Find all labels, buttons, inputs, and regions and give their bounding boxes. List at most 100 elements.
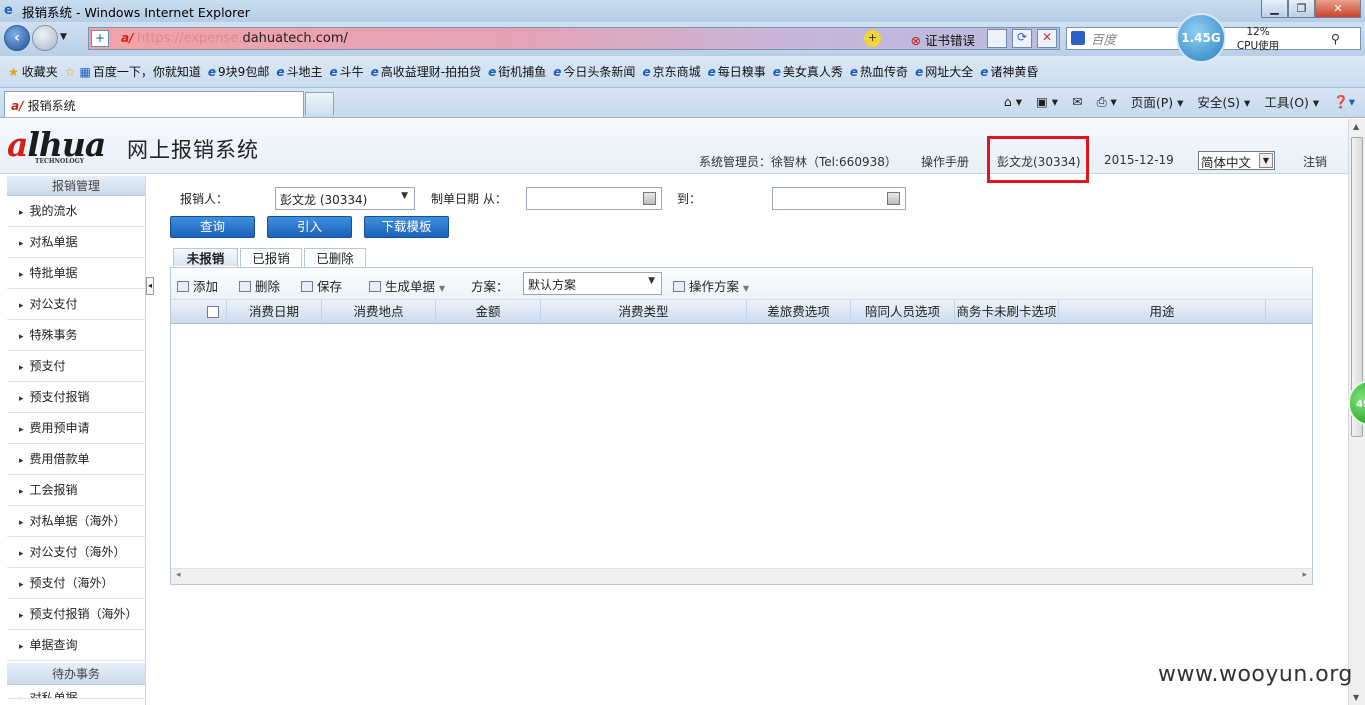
search-icon[interactable]: ⚲ xyxy=(1331,31,1340,46)
certificate-error[interactable]: ⊗ 证书错误 xyxy=(911,30,975,49)
print-icon[interactable]: ⎙ ▾ xyxy=(1097,94,1117,110)
sidebar-section-header[interactable]: 报销管理 xyxy=(7,176,145,196)
scroll-up-icon[interactable]: ▲ xyxy=(1353,122,1359,131)
cpu-speed-ball[interactable]: 1.45G xyxy=(1176,13,1226,63)
close-window-button[interactable]: ✕ xyxy=(1315,0,1361,18)
sidebar-item[interactable]: 工会报销 xyxy=(7,475,145,506)
select-all-checkbox[interactable] xyxy=(207,306,219,318)
scheme-operations-button[interactable]: 操作方案 ▼ xyxy=(673,276,749,295)
sidebar-item[interactable]: 费用预申请 xyxy=(7,413,145,444)
favorite-link[interactable]: e 今日头条新闻 xyxy=(553,63,635,80)
sidebar-item[interactable]: 预支付（海外） xyxy=(7,568,145,599)
favorite-link[interactable]: e 街机捕鱼 xyxy=(488,63,546,80)
sidebar-item[interactable]: 我的流水 xyxy=(7,196,145,227)
favorite-link[interactable]: e 9块9包邮 xyxy=(208,63,269,80)
back-button[interactable]: ‹ xyxy=(4,25,30,51)
scroll-right-icon[interactable]: ▸ xyxy=(1302,570,1307,580)
favorite-link[interactable]: e 每日糗事 xyxy=(708,63,766,80)
reimburser-select[interactable]: 彭文龙 (30334) ▼ xyxy=(275,187,415,210)
scroll-left-icon[interactable]: ◂ xyxy=(176,570,181,580)
forward-button[interactable] xyxy=(32,25,58,51)
sidebar-item[interactable]: 预支付报销（海外） xyxy=(7,599,145,630)
chevron-down-icon: ▼ xyxy=(648,276,655,286)
page-menu[interactable]: 页面(P) ▾ xyxy=(1131,92,1184,111)
home-icon[interactable]: ⌂ ▾ xyxy=(1004,94,1022,109)
minimize-button[interactable]: ▁ xyxy=(1261,0,1288,18)
add-favorite-icon[interactable]: ☆ xyxy=(65,65,76,79)
rss-icon[interactable]: ▣ ▾ xyxy=(1036,94,1058,109)
column-header[interactable]: 消费类型 xyxy=(541,300,747,324)
column-header[interactable]: 消费地点 xyxy=(322,300,436,324)
download-template-button[interactable]: 下载模板 xyxy=(364,216,449,238)
sidebar-item[interactable]: 特殊事务 xyxy=(7,320,145,351)
column-header[interactable]: 金额 xyxy=(436,300,541,324)
favorite-link[interactable]: e 热血传奇 xyxy=(850,63,908,80)
address-bar: ‹ ▼ + a/ https://expense.dahuatech.com/ … xyxy=(0,22,1365,56)
sidebar-item[interactable]: 预支付 xyxy=(7,351,145,382)
favorite-link[interactable]: e 斗地主 xyxy=(276,63,322,80)
compat-view-icon[interactable]: + xyxy=(91,30,109,47)
stop-icon[interactable]: ✕ xyxy=(1037,29,1057,48)
tab-unreimbursed[interactable]: 未报销 xyxy=(173,248,238,268)
chevron-down-icon: ▼ xyxy=(401,191,408,201)
scheme-select[interactable]: 默认方案 ▼ xyxy=(523,272,662,295)
sidebar-item[interactable]: 对公支付（海外） xyxy=(7,537,145,568)
sidebar-item[interactable]: 特批单据 xyxy=(7,258,145,289)
shield-error-icon: ⊗ xyxy=(910,33,921,48)
sidebar-item[interactable]: 单据查询 xyxy=(7,630,145,661)
sidebar-section-header[interactable]: 待办事务 xyxy=(7,663,145,685)
safety-menu[interactable]: 安全(S) ▾ xyxy=(1197,92,1250,111)
sidebar-item[interactable]: 对私单据 xyxy=(7,227,145,258)
column-header[interactable]: 商务卡未刷卡选项 xyxy=(955,300,1059,324)
favorite-link[interactable]: e 美女真人秀 xyxy=(773,63,843,80)
sidebar-collapse-handle[interactable]: ◂ xyxy=(146,277,154,295)
logout-link[interactable]: 注销 xyxy=(1303,153,1327,170)
sidebar-item[interactable]: 对公支付 xyxy=(7,289,145,320)
favorite-link[interactable]: e 京东商城 xyxy=(642,63,700,80)
date-to-input[interactable] xyxy=(772,187,906,210)
favorite-link[interactable]: ▦ 百度一下，你就知道 xyxy=(80,63,201,80)
tools-menu[interactable]: 工具(O) ▾ xyxy=(1264,92,1319,111)
column-header[interactable]: 陪同人员选项 xyxy=(851,300,955,324)
tab-active[interactable]: a/ 报销系统 xyxy=(4,91,304,117)
help-icon[interactable]: ❓▾ xyxy=(1333,94,1355,110)
tab-reimbursed[interactable]: 已报销 xyxy=(240,248,302,268)
mail-icon[interactable]: ✉ xyxy=(1072,94,1082,109)
maximize-button[interactable]: ❐ xyxy=(1288,0,1315,18)
language-select[interactable]: 简体中文 ▼ xyxy=(1198,151,1275,170)
sidebar-item[interactable]: 费用借款单 xyxy=(7,444,145,475)
history-dropdown-icon[interactable]: ▼ xyxy=(60,32,67,42)
sidebar-item[interactable]: 对私单据（海外） xyxy=(7,506,145,537)
calendar-icon[interactable] xyxy=(643,192,656,205)
address-input[interactable]: + a/ https://expense.dahuatech.com/ + ⊗ … xyxy=(88,27,1060,50)
tab-deleted[interactable]: 已删除 xyxy=(304,248,366,268)
import-button[interactable]: 引入 xyxy=(267,216,352,238)
scroll-down-icon[interactable]: ▼ xyxy=(1353,693,1359,702)
save-button[interactable]: 保存 xyxy=(301,276,342,295)
current-date: 2015-12-19 xyxy=(1104,153,1174,167)
horizontal-scrollbar[interactable]: ◂ ▸ xyxy=(171,568,1312,584)
favorite-link[interactable]: e 诸神黄昏 xyxy=(980,63,1038,80)
favorites-button[interactable]: ★ 收藏夹 xyxy=(8,63,58,80)
query-button[interactable]: 查询 xyxy=(170,216,255,238)
save-icon xyxy=(301,281,313,292)
column-header[interactable]: 消费日期 xyxy=(227,300,322,324)
date-from-input[interactable] xyxy=(526,187,662,210)
refresh-icon[interactable]: ⟳ xyxy=(1012,29,1032,48)
calendar-icon[interactable] xyxy=(887,192,900,205)
manual-link[interactable]: 操作手册 xyxy=(921,153,969,170)
addon-icon[interactable]: + xyxy=(864,30,881,47)
generate-document-button[interactable]: 生成单据 ▼ xyxy=(369,276,445,295)
add-button[interactable]: 添加 xyxy=(177,276,218,295)
sidebar-item[interactable]: 预支付报销 xyxy=(7,382,145,413)
column-header[interactable]: 用途 xyxy=(1059,300,1266,324)
tab-bar: a/ 报销系统 ⌂ ▾ ▣ ▾ ✉ ⎙ ▾ 页面(P) ▾ 安全(S) ▾ 工具… xyxy=(0,88,1365,118)
delete-button[interactable]: 删除 xyxy=(239,276,280,295)
favorite-link[interactable]: e 网址大全 xyxy=(915,63,973,80)
favorite-link[interactable]: e 斗牛 xyxy=(329,63,363,80)
column-header[interactable]: 差旅费选项 xyxy=(747,300,851,324)
sidebar-item[interactable]: 对私单据 xyxy=(7,685,145,699)
new-tab-button[interactable] xyxy=(305,92,334,115)
favorite-link[interactable]: e 高收益理财-拍拍贷 xyxy=(371,63,481,80)
compat-icon[interactable] xyxy=(987,29,1007,48)
